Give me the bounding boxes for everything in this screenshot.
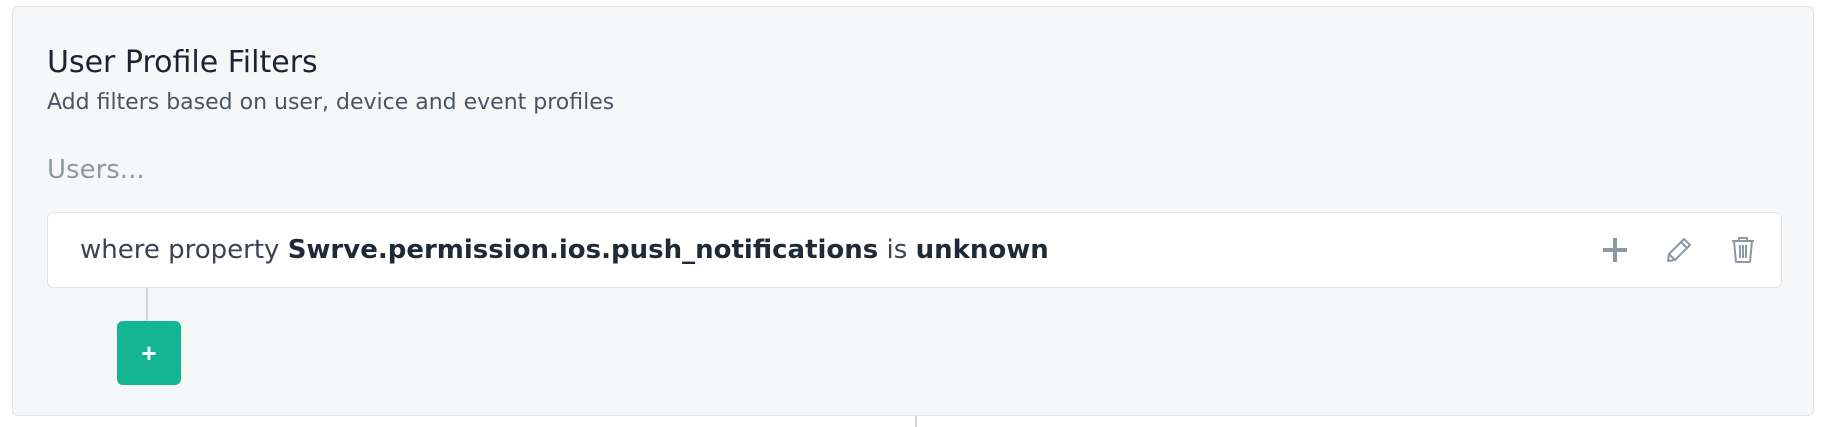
- section-title: User Profile Filters: [47, 45, 318, 80]
- flow-connector-line: [915, 416, 917, 427]
- add-condition-button[interactable]: [1597, 232, 1633, 268]
- filter-row-actions: [1597, 213, 1761, 287]
- filter-operator: is: [886, 235, 908, 265]
- filter-row[interactable]: where property Swrve.permission.ios.push…: [47, 212, 1782, 288]
- filter-prefix: where property: [80, 235, 280, 265]
- filter-description: where property Swrve.permission.ios.push…: [80, 213, 1049, 287]
- trash-icon: [1732, 237, 1754, 263]
- users-label: Users...: [47, 155, 145, 185]
- filter-property: Swrve.permission.ios.push_notifications: [287, 235, 879, 265]
- add-filter-button[interactable]: +: [117, 321, 181, 385]
- pencil-icon: [1667, 238, 1691, 262]
- delete-filter-button[interactable]: [1725, 232, 1761, 268]
- plus-icon: [1603, 238, 1627, 262]
- filter-value: unknown: [915, 235, 1049, 265]
- user-profile-filters-panel: User Profile Filters Add filters based o…: [12, 6, 1814, 416]
- section-subtitle: Add filters based on user, device and ev…: [47, 90, 615, 115]
- edit-filter-button[interactable]: [1661, 232, 1697, 268]
